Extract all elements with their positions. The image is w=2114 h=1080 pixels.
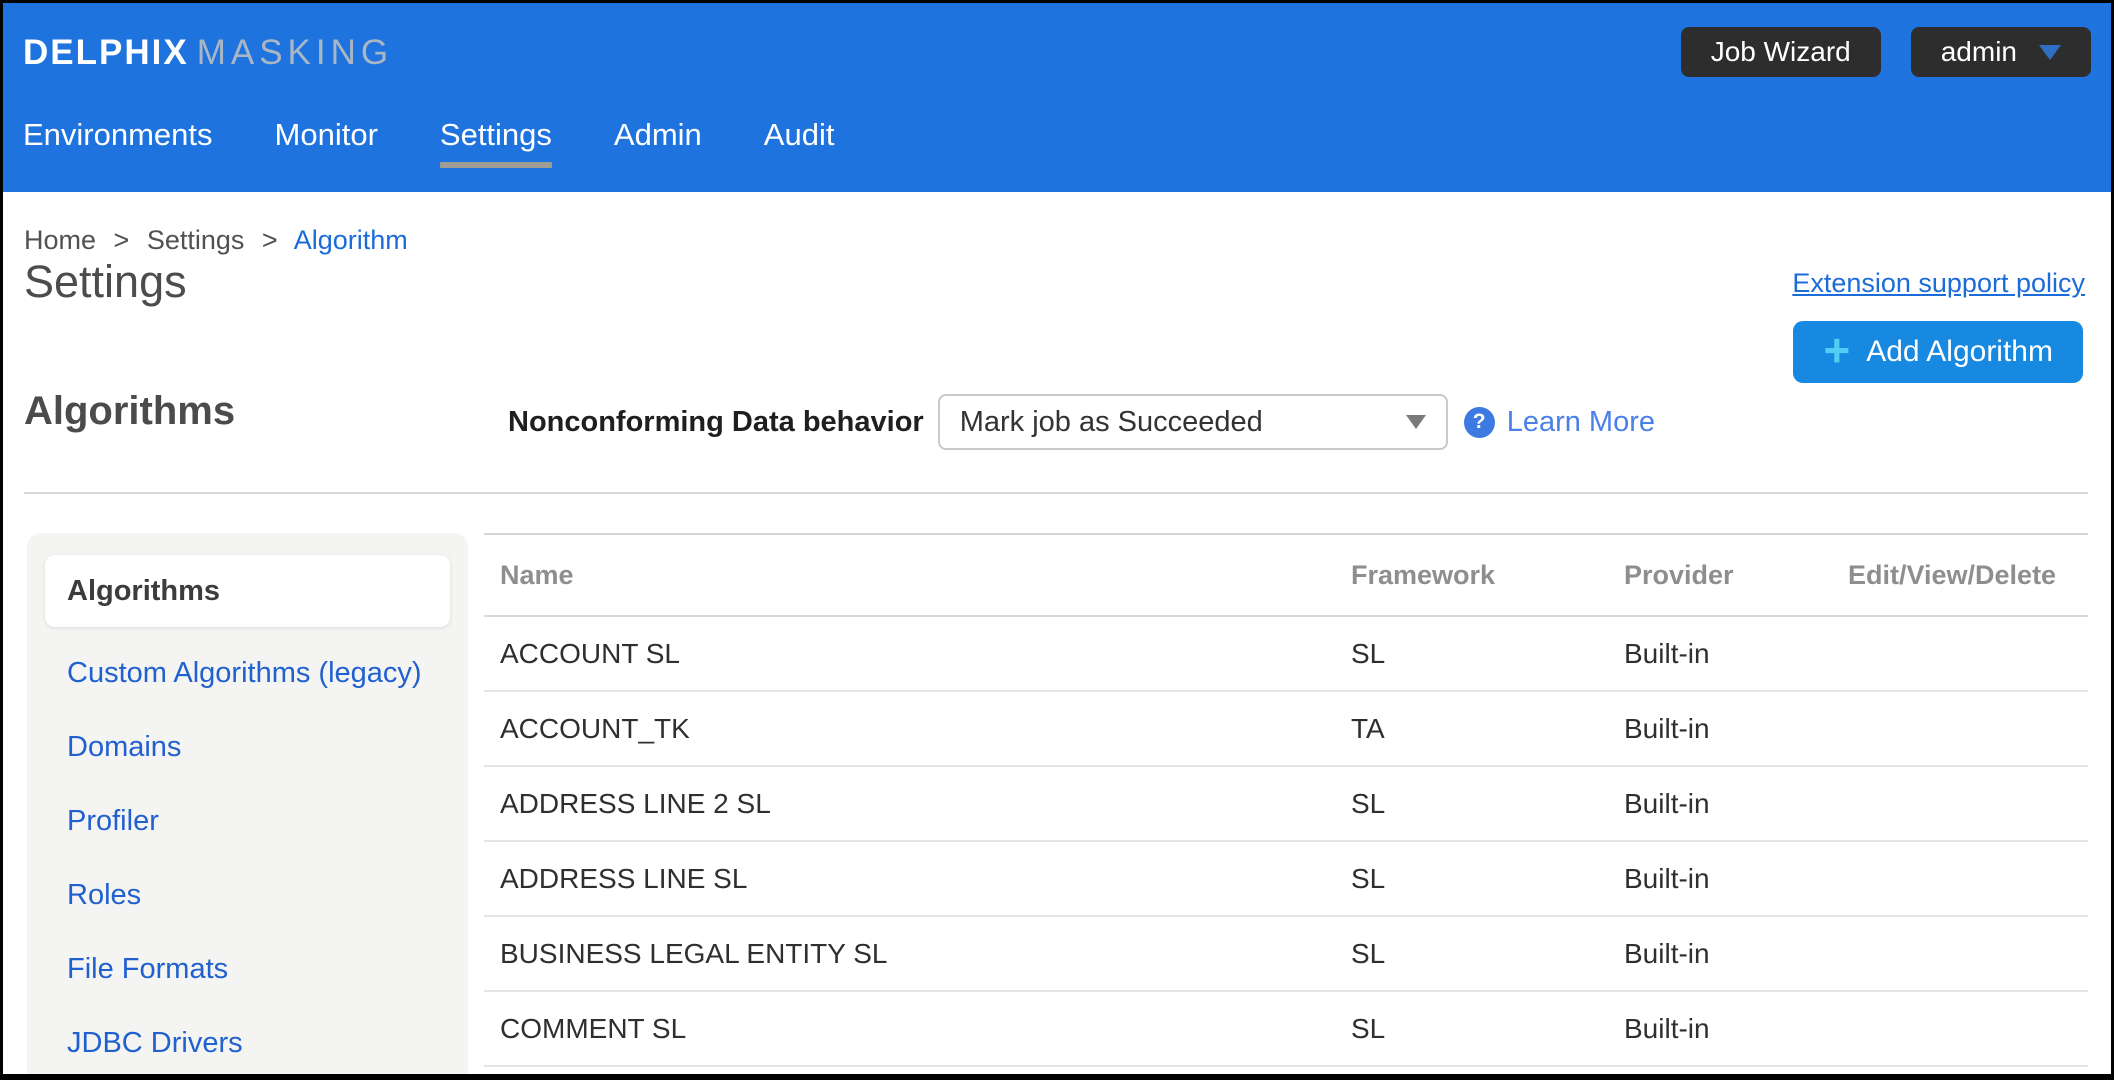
sidebar-item[interactable]: Roles [45,875,450,915]
cell-framework: SL [1351,788,1624,820]
cell-provider: Built-in [1624,938,1848,970]
sidebar-item[interactable]: JDBC Drivers [45,1023,450,1063]
algorithms-table: Name Framework Provider Edit/View/Delete… [484,533,2088,1067]
brand-logo: DELPHIXMASKING [23,27,393,73]
section-divider [24,492,2088,494]
content-row: Algorithms Custom Algorithms (legacy) Do… [3,533,2111,1074]
cell-name: ADDRESS LINE SL [484,863,1351,895]
table-row: COMMENT SL SL Built-in [484,992,2088,1067]
cell-name: COMMENT SL [484,1013,1351,1045]
cell-name: ACCOUNT_TK [484,713,1351,745]
table-row: ADDRESS LINE SL SL Built-in [484,842,2088,917]
nav-item-label: Monitor [275,117,378,152]
cell-framework: SL [1351,863,1624,895]
column-header-actions: Edit/View/Delete [1848,560,2088,591]
add-algorithm-button[interactable]: + Add Algorithm [1793,321,2083,383]
breadcrumb-home[interactable]: Home [24,225,96,255]
sidebar-item[interactable]: File Formats [45,949,450,989]
user-menu-label: admin [1941,36,2017,68]
learn-more-link[interactable]: Learn More [1507,406,1655,439]
sidebar-item-label: Custom Algorithms (legacy) [67,657,422,689]
page-title: Settings [24,256,187,308]
add-algorithm-label: Add Algorithm [1866,335,2053,369]
table-row: ACCOUNT SL SL Built-in [484,617,2088,692]
nav-item-label: Settings [440,117,552,152]
nav-item[interactable]: Environments [23,117,213,153]
column-header-provider: Provider [1624,560,1848,591]
nonconforming-behavior-select[interactable]: Mark job as Succeeded [938,394,1448,450]
sidebar-item-label: File Formats [67,953,228,985]
nav-item[interactable]: Admin [614,117,702,153]
cell-provider: Built-in [1624,713,1848,745]
sidebar-item-label: Roles [67,879,141,911]
cell-name: ACCOUNT SL [484,638,1351,670]
breadcrumb-separator: > [114,225,130,255]
sidebar-item[interactable]: Domains [45,727,450,767]
column-header-name: Name [484,560,1351,591]
table-body: ACCOUNT SL SL Built-in ACCOUNT_TK TA Bui… [484,617,2088,1067]
select-caret-icon [1406,415,1426,429]
main-nav: Environments Monitor Settings Admin [23,117,896,168]
nonconforming-behavior-group: Nonconforming Data behavior Mark job as … [508,394,1655,450]
active-nav-underline [440,162,552,168]
nav-item-label: Audit [764,117,835,152]
sidebar-item[interactable]: Profiler [45,801,450,841]
cell-framework: TA [1351,713,1624,745]
sidebar-item-label: Domains [67,731,181,763]
breadcrumb-separator: > [262,225,278,255]
app-header: DELPHIXMASKING Job Wizard admin Environm… [3,3,2111,192]
cell-name: BUSINESS LEGAL ENTITY SL [484,938,1351,970]
cell-name: ADDRESS LINE 2 SL [484,788,1351,820]
cell-framework: SL [1351,638,1624,670]
cell-provider: Built-in [1624,638,1848,670]
cell-provider: Built-in [1624,1013,1848,1045]
table-row: ACCOUNT_TK TA Built-in [484,692,2088,767]
nav-item-label: Admin [614,117,702,152]
table-row: ADDRESS LINE 2 SL SL Built-in [484,767,2088,842]
brand-primary: DELPHIX [23,33,189,72]
cell-provider: Built-in [1624,788,1848,820]
user-menu-button[interactable]: admin [1911,27,2091,77]
nonconforming-behavior-label: Nonconforming Data behavior [508,406,924,439]
column-header-framework: Framework [1351,560,1624,591]
breadcrumb-settings[interactable]: Settings [147,225,245,255]
table-header-row: Name Framework Provider Edit/View/Delete [484,535,2088,617]
nav-item[interactable]: Settings [440,117,552,168]
sidebar-item-label: Algorithms [67,575,220,607]
extension-support-policy-link[interactable]: Extension support policy [1792,268,2085,299]
app-window: DELPHIXMASKING Job Wizard admin Environm… [0,0,2114,1080]
job-wizard-button[interactable]: Job Wizard [1681,27,1881,77]
sidebar-item-label: JDBC Drivers [67,1027,243,1059]
nav-item[interactable]: Monitor [275,117,378,153]
breadcrumb: Home > Settings > Algorithm [24,225,408,256]
help-icon[interactable]: ? [1464,407,1495,438]
plus-icon: + [1823,327,1850,373]
settings-sidebar: Algorithms Custom Algorithms (legacy) Do… [27,533,468,1074]
sidebar-item[interactable]: Custom Algorithms (legacy) [45,653,450,693]
page-content: Home > Settings > Algorithm Settings Ext… [3,192,2111,1074]
section-heading: Algorithms [24,389,235,434]
cell-provider: Built-in [1624,863,1848,895]
sidebar-item[interactable]: Algorithms [45,555,450,627]
breadcrumb-algorithm[interactable]: Algorithm [294,225,408,255]
topbar-actions: Job Wizard admin [1681,27,2091,77]
table-row: BUSINESS LEGAL ENTITY SL SL Built-in [484,917,2088,992]
select-value: Mark job as Succeeded [960,406,1406,439]
nav-item-label: Environments [23,117,213,152]
cell-framework: SL [1351,1013,1624,1045]
brand-secondary: MASKING [197,33,393,72]
chevron-down-icon [2039,45,2061,60]
nav-item[interactable]: Audit [764,117,835,153]
cell-framework: SL [1351,938,1624,970]
sidebar-item-label: Profiler [67,805,159,837]
